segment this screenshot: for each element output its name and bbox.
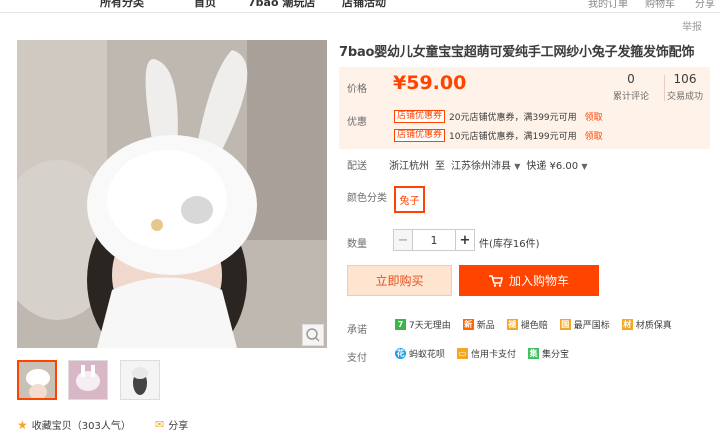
ship-to-word: 至	[435, 161, 445, 172]
buy-now-button[interactable]: 立即购买	[347, 265, 452, 296]
quantity-label: 数量	[347, 239, 367, 250]
quantity-decrease-button[interactable]: −	[393, 229, 413, 251]
fade-icon: 褪	[506, 319, 518, 330]
favorite-button[interactable]: ★ 收藏宝贝（303人气）	[17, 417, 131, 433]
search-icon	[306, 328, 320, 342]
review-count-label: 累计评论	[612, 92, 649, 102]
credit-card-icon: ▭	[457, 348, 469, 359]
zoom-button[interactable]	[302, 324, 324, 346]
nav-my-orders[interactable]: 我的订单	[588, 0, 628, 10]
promise-item[interactable]: 材质保真	[636, 318, 672, 331]
chevron-down-icon: ▼	[514, 162, 521, 171]
promise-item[interactable]: 最严国标	[574, 318, 610, 331]
nav-home[interactable]: 首页	[194, 0, 216, 10]
main-product-image[interactable]	[17, 40, 327, 348]
sales-count: 106 交易成功	[655, 72, 715, 102]
ship-to-select[interactable]: 江苏徐州沛县 ▼	[451, 157, 520, 172]
color-option-rabbit[interactable]: 兔子	[394, 186, 425, 213]
huabei-icon: 花	[395, 348, 406, 359]
thumbnail-image	[19, 362, 55, 398]
nav-cart[interactable]: 购物车	[645, 0, 675, 10]
review-count[interactable]: 0 累计评论	[601, 72, 661, 102]
ship-to-value: 江苏徐州沛县	[451, 161, 511, 172]
quantity-increase-button[interactable]: +	[455, 229, 475, 251]
standard-icon: 国	[559, 319, 571, 330]
promise-item[interactable]: 新品	[477, 318, 495, 331]
share-icon: ✉	[155, 418, 165, 431]
nav-shop-activity[interactable]: 店铺活动	[342, 0, 386, 10]
price-label: 价格	[347, 84, 367, 95]
ship-method-select[interactable]: 快递 ¥6.00 ▼	[526, 157, 587, 172]
shipping-row: 配送 浙江杭州 至 江苏徐州沛县 ▼ 快递 ¥6.00 ▼	[347, 157, 588, 172]
payment-label: 支付	[347, 353, 367, 364]
coupon-tag: 店铺优惠券	[394, 128, 446, 142]
promise-item[interactable]: 7天无理由	[409, 318, 451, 331]
thumbnail-1[interactable]	[17, 360, 57, 400]
coupon-tag: 店铺优惠券	[394, 109, 446, 123]
star-icon: ★	[17, 417, 28, 432]
thumbnail-image	[121, 361, 159, 399]
nav-share[interactable]: 分享	[695, 0, 715, 10]
cart-icon	[488, 274, 503, 287]
price-panel: 价格 ¥59.00 0 累计评论 106 交易成功 优惠 店铺优惠券 20元店铺…	[339, 67, 710, 149]
color-label: 颜色分类	[347, 193, 387, 204]
coupon-row: 店铺优惠券 10元店铺优惠券，满199元可用 领取	[394, 128, 603, 142]
coupon-get-link[interactable]: 领取	[585, 110, 603, 123]
price-value: ¥59.00	[393, 72, 467, 94]
report-link[interactable]: 举报	[682, 18, 702, 33]
sales-count-value: 106	[673, 72, 697, 86]
share-button[interactable]: ✉ 分享	[155, 417, 188, 432]
stock-text: 件(库存16件)	[479, 239, 540, 250]
payment-item[interactable]: 信用卡支付	[471, 347, 516, 360]
sales-count-label: 交易成功	[666, 92, 703, 102]
thumbnail-image	[69, 361, 107, 399]
promise-list: 7 7天无理由 新 新品 褪 褪色赔 国 最严国标 材 材质保真	[395, 318, 672, 331]
promise-label: 承诺	[347, 325, 367, 336]
payment-list: 花 蚂蚁花呗 ▭ 信用卡支付 集 集分宝	[395, 347, 569, 360]
thumbnail-3[interactable]	[120, 360, 160, 400]
ship-from: 浙江杭州	[389, 161, 429, 172]
chevron-down-icon: ▼	[581, 162, 588, 171]
coupon-text: 10元店铺优惠券，满199元可用	[449, 131, 577, 142]
promo-label: 优惠	[347, 117, 367, 128]
review-count-value: 0	[627, 72, 635, 86]
quantity-stepper: − 1 +	[393, 229, 475, 251]
product-title: 7bao婴幼儿女童宝宝超萌可爱纯手工网纱小兔子发箍发饰配饰	[339, 45, 695, 60]
coupon-get-link[interactable]: 领取	[585, 129, 603, 142]
payment-item[interactable]: 蚂蚁花呗	[409, 347, 445, 360]
add-to-cart-button[interactable]: 加入购物车	[459, 265, 599, 296]
new-icon: 新	[462, 319, 474, 330]
nav-shop[interactable]: 7bao 潮玩店	[248, 0, 315, 10]
material-icon: 材	[621, 319, 633, 330]
nav-all-categories[interactable]: 所有分类	[100, 0, 144, 10]
payment-item[interactable]: 集分宝	[542, 347, 569, 360]
product-photo	[17, 40, 327, 348]
add-to-cart-label: 加入购物车	[508, 274, 569, 288]
favorite-label: 收藏宝贝（303人气）	[31, 421, 131, 432]
ship-method-value: 快递 ¥6.00	[526, 161, 579, 172]
jifenbao-icon: 集	[528, 348, 540, 359]
share-label: 分享	[168, 421, 189, 432]
seven-day-icon: 7	[395, 319, 406, 330]
top-nav: 所有分类 首页 7bao 潮玩店 店铺活动 我的订单 购物车 分享	[0, 0, 720, 10]
thumbnail-2[interactable]	[68, 360, 108, 400]
promise-item[interactable]: 褪色赔	[521, 318, 548, 331]
coupon-row: 店铺优惠券 20元店铺优惠券，满399元可用 领取	[394, 109, 603, 123]
coupon-text: 20元店铺优惠券，满399元可用	[449, 112, 577, 123]
quantity-input[interactable]: 1	[413, 229, 455, 251]
top-divider	[0, 12, 720, 13]
shipping-label: 配送	[347, 161, 367, 172]
